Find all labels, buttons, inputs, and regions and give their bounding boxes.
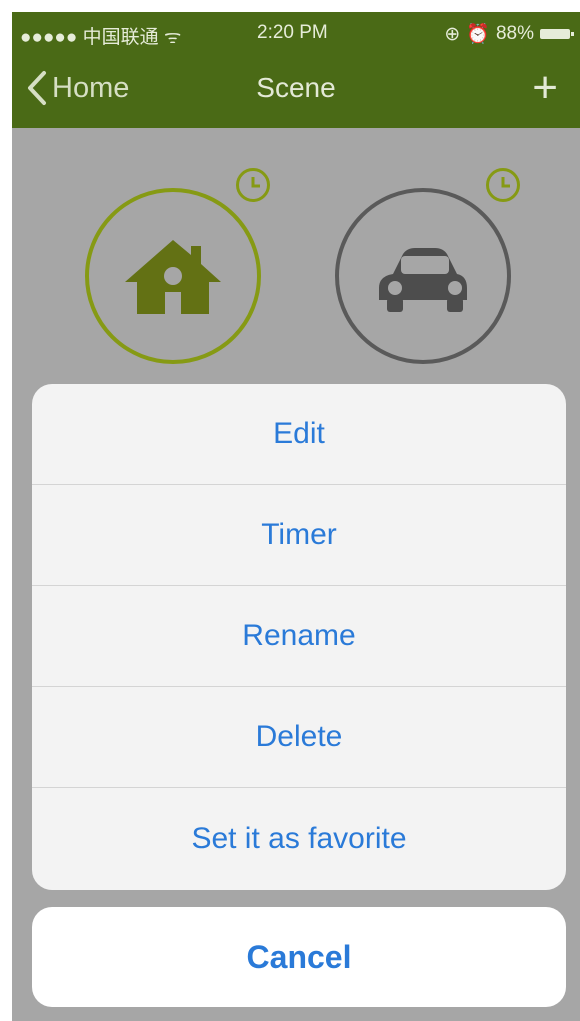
scene-home-button[interactable] [85,188,261,364]
status-right: ⊕ ⏰ 88% [444,22,574,46]
cancel-button[interactable]: Cancel [32,907,566,1007]
battery-percent: 88% [495,23,534,44]
status-time: 2:20 PM [257,22,328,43]
set-favorite-option[interactable]: Set it as favorite [32,788,566,889]
timer-clock-icon [236,168,270,202]
delete-option[interactable]: Delete [32,687,566,788]
rename-option[interactable]: Rename [32,586,566,687]
timer-option[interactable]: Timer [32,485,566,586]
alarm-icon: ⏰ [466,24,490,45]
location-icon: ⊕ [444,23,461,45]
carrier-label: ●●●●● 中国联通 ᯤ [20,27,182,48]
top-bar: ●●●●● 中国联通 ᯤ 2:20 PM ⊕ ⏰ 88% Home Scene … [12,12,580,128]
navigation-bar: Home Scene + [12,62,580,118]
action-sheet: Edit Timer Rename Delete Set it as favor… [32,384,566,890]
phone-screen: ●●●●● 中国联通 ᯤ 2:20 PM ⊕ ⏰ 88% Home Scene … [12,12,580,1021]
page-title: Scene [256,72,336,103]
timer-clock-icon [486,168,520,202]
scene-car-button[interactable] [335,188,511,364]
add-scene-button[interactable]: + [532,66,558,110]
home-icon [125,240,221,314]
car-icon [379,248,467,312]
battery-icon [540,29,574,39]
edit-option[interactable]: Edit [32,384,566,485]
status-bar: ●●●●● 中国联通 ᯤ 2:20 PM ⊕ ⏰ 88% [12,12,580,52]
